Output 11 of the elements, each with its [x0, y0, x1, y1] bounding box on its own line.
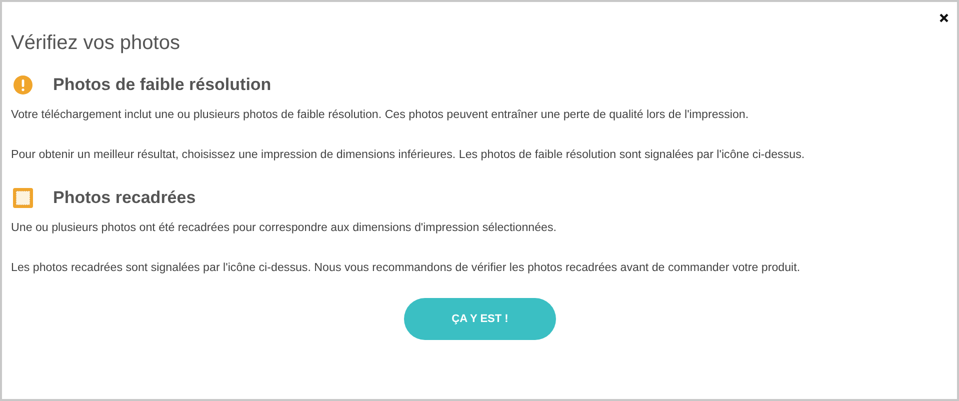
dialog-title: Vérifiez vos photos — [11, 32, 181, 55]
paragraph: Les photos recadrées sont signalées par l'icône ci-dessus. Nous vous recommandons de vérifier les photos recadrées avant de commander votre produit. — [11, 261, 802, 274]
warning-icon — [13, 75, 33, 95]
paragraph: Une ou plusieurs photos ont été recadrées pour correspondre aux dimensions d'impression sélectionnées. — [11, 221, 558, 234]
crop-frame-icon — [13, 188, 33, 208]
paragraph: Votre téléchargement inclut une ou plusieurs photos de faible résolution. Ces photos peuvent entraîner une perte de qualité lors de l'impression. — [11, 108, 750, 121]
section-heading: Photos de faible résolution — [53, 75, 272, 95]
section-heading: Photos recadrées — [53, 188, 196, 208]
confirm-button[interactable]: ÇA Y EST ! — [404, 298, 556, 340]
paragraph: Pour obtenir un meilleur résultat, choisissez une impression de dimensions inférieures. Les photos de faible résolution sont signalées par l'icône ci-dessus. — [11, 148, 806, 161]
close-icon[interactable] — [939, 13, 949, 23]
